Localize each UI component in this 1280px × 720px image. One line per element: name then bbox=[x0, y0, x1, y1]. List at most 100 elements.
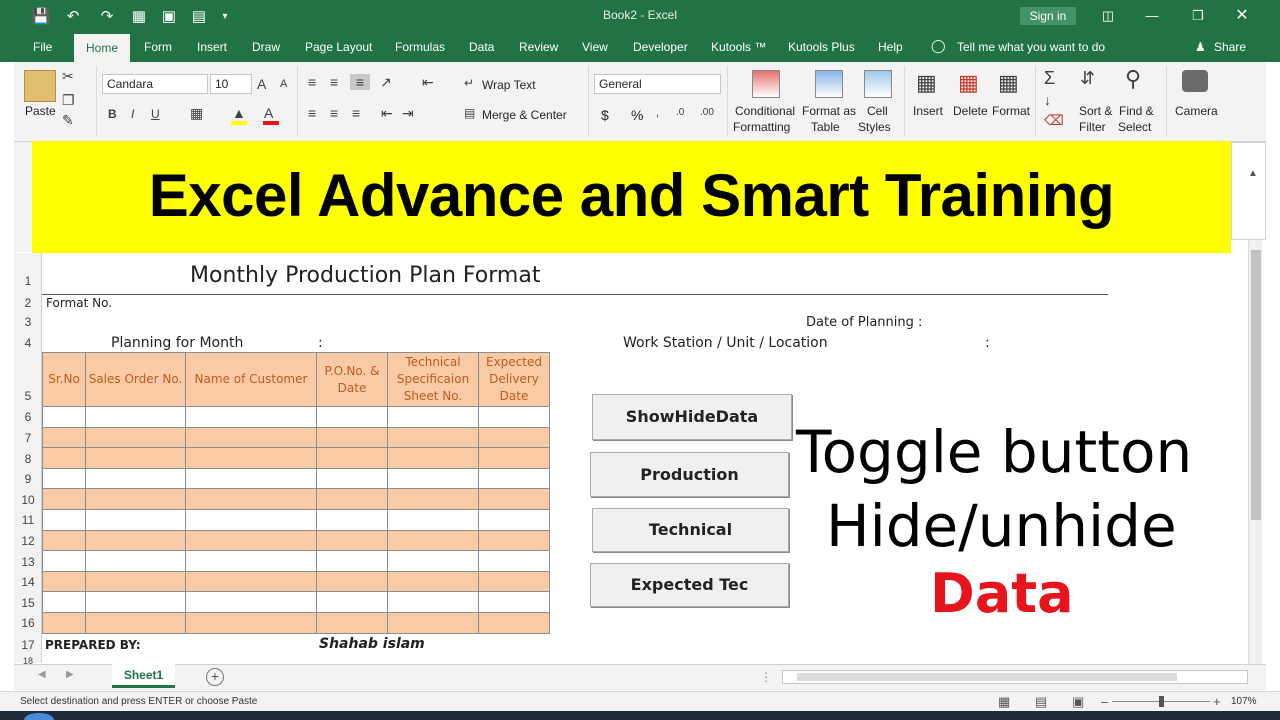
page-layout-view-icon[interactable]: ▤ bbox=[1035, 694, 1047, 710]
wrap-text-icon[interactable]: ↵ bbox=[464, 76, 474, 90]
date-of-planning-label[interactable]: Date of Planning : bbox=[806, 315, 922, 330]
increase-decimal-icon[interactable]: .0 bbox=[676, 107, 684, 118]
sort-filter-icon[interactable]: ⇵ bbox=[1080, 68, 1095, 89]
next-sheet-icon[interactable]: ▶ bbox=[66, 669, 74, 680]
table-row[interactable] bbox=[42, 508, 550, 531]
percent-button[interactable]: % bbox=[631, 107, 643, 123]
delete-button[interactable]: Delete bbox=[953, 104, 988, 118]
show-hide-data-button[interactable]: ShowHideData bbox=[592, 394, 792, 440]
header-po[interactable]: P.O.No. & Date bbox=[316, 352, 388, 407]
prev-sheet-icon[interactable]: ◀ bbox=[38, 669, 46, 680]
format-cells-icon[interactable]: ▦ bbox=[998, 70, 1019, 96]
sheet-tab-sheet1[interactable]: Sheet1 bbox=[112, 664, 175, 688]
tab-splitter[interactable]: ⋮ bbox=[760, 670, 772, 684]
decrease-indent-icon[interactable]: ⇤ bbox=[381, 105, 393, 122]
delete-cells-icon[interactable]: ▦ bbox=[958, 70, 979, 96]
decrease-decimal-icon[interactable]: .00 bbox=[700, 107, 714, 118]
page-break-view-icon[interactable]: ▣ bbox=[1072, 694, 1084, 710]
row-number[interactable]: 3 bbox=[14, 315, 42, 329]
shrink-font-icon[interactable]: A bbox=[280, 78, 287, 90]
row-number[interactable]: 8 bbox=[14, 452, 42, 466]
header-sales-order[interactable]: Sales Order No. bbox=[85, 352, 186, 407]
table-row[interactable] bbox=[42, 406, 550, 428]
row-number[interactable]: 2 bbox=[14, 296, 42, 310]
font-name-select[interactable]: Candara bbox=[102, 74, 208, 94]
tab-formulas[interactable]: Formulas bbox=[395, 40, 445, 54]
align-top-icon[interactable]: ≡ bbox=[308, 74, 316, 90]
row-number[interactable]: 12 bbox=[14, 534, 42, 548]
tab-developer[interactable]: Developer bbox=[633, 40, 688, 54]
start-icon[interactable] bbox=[24, 713, 54, 720]
table-row[interactable] bbox=[42, 467, 550, 490]
row-number[interactable]: 9 bbox=[14, 472, 42, 486]
h-scroll-thumb[interactable] bbox=[797, 673, 1177, 681]
tab-draw[interactable]: Draw bbox=[252, 40, 280, 54]
ribbon-display-icon[interactable]: ◫ bbox=[1096, 6, 1120, 26]
add-sheet-button[interactable]: + bbox=[206, 668, 224, 686]
table-row[interactable] bbox=[42, 447, 550, 469]
table-row[interactable] bbox=[42, 611, 550, 634]
minimize-icon[interactable]: — bbox=[1140, 6, 1164, 26]
sort-filter-label[interactable]: Sort & bbox=[1079, 104, 1112, 118]
fill-color-icon[interactable]: ▲ bbox=[232, 105, 246, 121]
zoom-level[interactable]: 107% bbox=[1231, 696, 1257, 707]
tab-kutools[interactable]: Kutools ™ bbox=[711, 40, 766, 54]
conditional-formatting-icon[interactable] bbox=[752, 70, 780, 98]
restore-icon[interactable]: ❐ bbox=[1186, 6, 1210, 26]
align-center-icon[interactable]: ≡ bbox=[330, 105, 338, 121]
table-row[interactable] bbox=[42, 591, 550, 613]
cell-styles-label[interactable]: Cell bbox=[867, 104, 888, 118]
preparer-name[interactable]: Shahab islam bbox=[319, 636, 425, 652]
planning-for-month-label[interactable]: Planning for Month bbox=[111, 335, 243, 351]
table-row[interactable] bbox=[42, 488, 550, 510]
sort-filter-label-2[interactable]: Filter bbox=[1079, 120, 1106, 134]
tab-page-layout[interactable]: Page Layout bbox=[305, 40, 372, 54]
row-number[interactable]: 5 bbox=[14, 389, 42, 403]
row-number[interactable]: 11 bbox=[14, 513, 42, 527]
tab-insert[interactable]: Insert bbox=[197, 40, 227, 54]
underline-button[interactable]: U bbox=[151, 107, 160, 121]
copy-icon[interactable]: ❐ bbox=[62, 92, 75, 109]
work-station-label[interactable]: Work Station / Unit / Location bbox=[623, 335, 828, 351]
merge-center-button[interactable]: Merge & Center bbox=[482, 108, 567, 122]
row-number[interactable]: 1 bbox=[14, 274, 42, 288]
merge-center-icon[interactable]: ▤ bbox=[464, 106, 475, 120]
row-number[interactable]: 13 bbox=[14, 555, 42, 569]
table-row[interactable] bbox=[42, 426, 550, 449]
format-painter-icon[interactable]: ✎ bbox=[62, 112, 74, 129]
row-number[interactable]: 15 bbox=[14, 596, 42, 610]
align-left-icon[interactable]: ≡ bbox=[308, 105, 316, 121]
indent-direction-icon[interactable]: ⇤ bbox=[422, 74, 434, 91]
tab-help[interactable]: Help bbox=[878, 40, 903, 54]
zoom-out-icon[interactable]: – bbox=[1101, 694, 1108, 709]
zoom-in-icon[interactable]: + bbox=[1213, 694, 1221, 709]
row-number[interactable]: 4 bbox=[14, 336, 42, 350]
tab-view[interactable]: View bbox=[582, 40, 608, 54]
fill-icon[interactable]: ↓ bbox=[1044, 92, 1051, 108]
camera-icon[interactable] bbox=[1182, 70, 1208, 92]
format-no-label[interactable]: Format No. bbox=[46, 296, 112, 310]
conditional-formatting-label[interactable]: Conditional bbox=[735, 104, 795, 118]
bold-button[interactable]: B bbox=[108, 107, 117, 121]
cut-icon[interactable]: ✂ bbox=[62, 68, 74, 85]
font-size-select[interactable]: 10 bbox=[210, 74, 252, 94]
tab-kutools-plus[interactable]: Kutools Plus bbox=[788, 40, 855, 54]
expand-formula-icon[interactable]: ▲ bbox=[1248, 168, 1258, 179]
row-number[interactable]: 16 bbox=[14, 616, 42, 630]
clear-icon[interactable]: ⌫ bbox=[1044, 112, 1064, 129]
close-icon[interactable]: ✕ bbox=[1230, 6, 1254, 26]
normal-view-icon[interactable]: ▦ bbox=[998, 694, 1010, 710]
sign-in-button[interactable]: Sign in bbox=[1020, 7, 1076, 25]
header-delivery-date[interactable]: Expected Delivery Date bbox=[478, 352, 550, 407]
insert-button[interactable]: Insert bbox=[913, 104, 943, 118]
align-middle-icon[interactable]: ≡ bbox=[330, 74, 338, 90]
tell-me-search[interactable]: Tell me what you want to do bbox=[957, 40, 1105, 54]
conditional-formatting-label-2[interactable]: Formatting bbox=[733, 120, 790, 134]
clipboard-icon[interactable] bbox=[24, 70, 56, 102]
italic-button[interactable]: I bbox=[131, 107, 134, 121]
find-select-label-2[interactable]: Select bbox=[1118, 120, 1151, 134]
header-technical-spec[interactable]: Technical Specificaion Sheet No. bbox=[387, 352, 479, 407]
table-row[interactable] bbox=[42, 529, 550, 552]
row-number[interactable]: 14 bbox=[14, 575, 42, 589]
header-customer[interactable]: Name of Customer bbox=[185, 352, 317, 407]
